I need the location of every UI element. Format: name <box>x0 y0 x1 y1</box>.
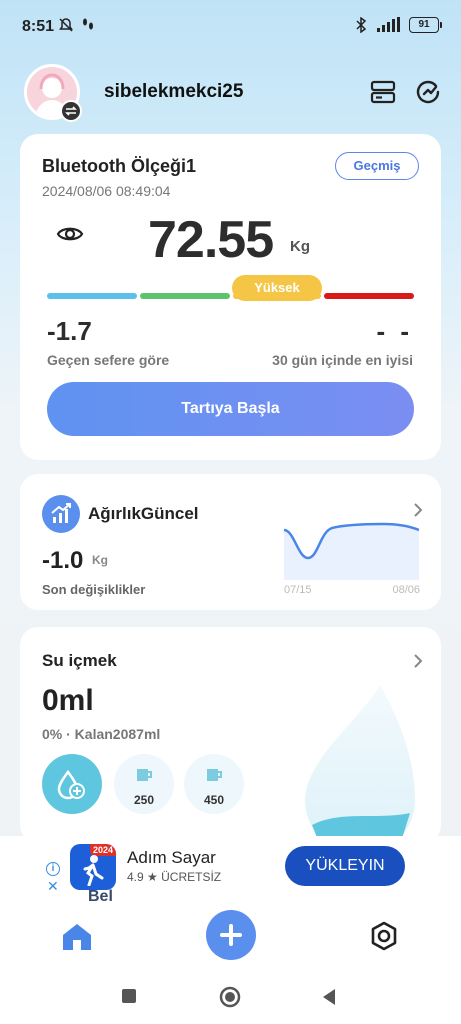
settings-icon[interactable] <box>368 920 400 952</box>
system-nav-bar <box>0 964 461 1024</box>
switch-user-icon[interactable] <box>60 100 82 122</box>
back-icon[interactable] <box>321 988 337 1006</box>
scale-card: Bluetooth Ölçeği1 2024/08/06 08:49:04 Ge… <box>20 134 441 460</box>
hidden-card-title: Bel <box>88 888 113 905</box>
battery-indicator: 91 <box>409 17 442 33</box>
weight-value: 72.55 <box>148 211 274 269</box>
history-button[interactable]: Geçmiş <box>335 152 419 180</box>
eye-icon[interactable] <box>56 224 84 244</box>
device-name: Bluetooth Ölçeği1 <box>42 156 197 176</box>
steps-icon <box>83 18 93 30</box>
water-amount: 0ml <box>42 684 94 717</box>
devices-icon[interactable] <box>369 78 397 106</box>
chevron-right-icon[interactable] <box>413 653 423 669</box>
measurement-date: 2024/08/06 08:49:04 <box>42 183 171 199</box>
install-button[interactable]: YÜKLEYIN <box>285 846 405 886</box>
profile-header: sibelekmekci25 <box>24 64 440 122</box>
cup-450-button[interactable]: 450 <box>184 754 244 814</box>
ad-banner[interactable]: Bel i ✕ 2024 Adım Sayar 4.9 ★ ÜCRETSİZ Y… <box>0 836 461 910</box>
trend-value: -1.0 <box>42 547 84 574</box>
bluetooth-icon <box>356 17 367 33</box>
water-remaining: 0% · Kalan2087ml <box>42 726 161 742</box>
trend-x-start: 07/15 <box>284 584 312 596</box>
add-button[interactable] <box>206 910 256 960</box>
start-weighing-button[interactable]: Tartıya Başla <box>47 382 414 436</box>
trend-unit: Kg <box>92 553 108 567</box>
ad-info-icon[interactable]: i <box>46 862 60 876</box>
diff-value: -1.7 <box>47 316 92 346</box>
recents-icon[interactable] <box>121 988 137 1004</box>
signal-icon <box>377 17 400 32</box>
muted-bell-icon <box>59 18 73 32</box>
username: sibelekmekci25 <box>104 81 244 102</box>
cup-icon <box>137 769 152 781</box>
best-value: - - <box>376 316 413 346</box>
bmi-bar-very-high <box>324 293 414 299</box>
trend-title: AğırlıkGüncel <box>88 504 199 523</box>
diff-label: Geçen sefere göre <box>47 352 170 368</box>
trend-label: Son değişiklikler <box>42 582 146 597</box>
bottom-nav <box>0 910 461 964</box>
cup-label: 450 <box>203 793 225 807</box>
plus-icon <box>220 924 242 946</box>
chevron-right-icon[interactable] <box>413 502 423 518</box>
status-time: 8:51 <box>22 18 55 35</box>
water-card[interactable]: Su içmek 0ml 0% · Kalan2087ml 250 450 <box>20 627 441 843</box>
ad-app-icon[interactable]: 2024 <box>70 844 116 890</box>
weight-trend-card[interactable]: AğırlıkGüncel -1.0 Kg Son değişiklikler … <box>20 474 441 610</box>
water-title: Su içmek <box>42 651 117 670</box>
close-icon[interactable]: ✕ <box>47 878 59 895</box>
cup-250-button[interactable]: 250 <box>114 754 174 814</box>
home-system-icon[interactable] <box>219 986 241 1008</box>
add-water-button[interactable] <box>42 754 102 814</box>
trend-icon <box>42 495 80 533</box>
weight-unit: Kg <box>290 238 310 255</box>
cup-icon <box>207 769 222 781</box>
home-icon[interactable] <box>61 922 93 952</box>
trend-sparkline <box>284 522 419 580</box>
bmi-bar-low <box>47 293 137 299</box>
trend-x-end: 08/06 <box>392 584 420 596</box>
best-label: 30 gün içinde en iyisi <box>272 352 413 368</box>
cup-label: 250 <box>133 793 155 807</box>
water-drop-graphic <box>305 685 415 843</box>
refresh-chart-icon[interactable] <box>414 78 442 106</box>
level-badge: Yüksek <box>232 275 322 301</box>
status-bar: 8:51 91 <box>0 0 461 54</box>
ad-rating: 4.9 ★ ÜCRETSİZ <box>127 870 222 884</box>
bmi-bar-normal <box>140 293 230 299</box>
walking-person-icon <box>83 855 104 886</box>
ad-app-name: Adım Sayar <box>127 848 216 867</box>
